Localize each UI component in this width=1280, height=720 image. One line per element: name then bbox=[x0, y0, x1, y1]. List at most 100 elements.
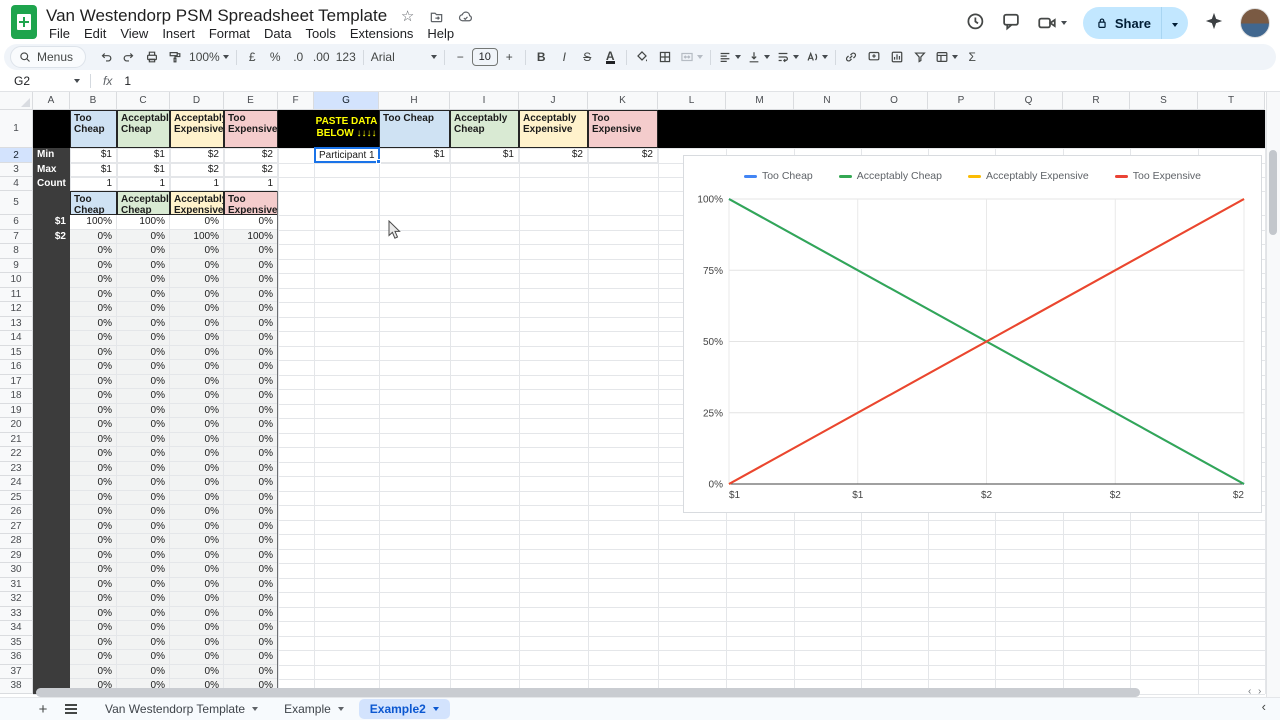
percent-cell[interactable]: 0% bbox=[170, 520, 224, 535]
percent-cell[interactable]: 0% bbox=[70, 534, 117, 549]
row-header-14[interactable]: 14 bbox=[0, 331, 33, 346]
percent-cell[interactable]: 0% bbox=[224, 447, 278, 462]
row-header-28[interactable]: 28 bbox=[0, 534, 33, 549]
percent-cell[interactable]: 0% bbox=[117, 331, 170, 346]
percent-cell[interactable]: 0% bbox=[117, 607, 170, 622]
row-header-32[interactable]: 32 bbox=[0, 592, 33, 607]
percent-cell[interactable]: 0% bbox=[117, 288, 170, 303]
percent-cell[interactable]: 0% bbox=[70, 244, 117, 259]
percent-cell[interactable]: 0% bbox=[170, 534, 224, 549]
percent-cell[interactable]: 0% bbox=[117, 433, 170, 448]
percent-cell[interactable]: 0% bbox=[70, 360, 117, 375]
row-header-6[interactable]: 6 bbox=[0, 215, 33, 230]
percent-cell[interactable]: 0% bbox=[170, 302, 224, 317]
row-header-8[interactable]: 8 bbox=[0, 244, 33, 259]
percent-cell[interactable]: 0% bbox=[70, 346, 117, 361]
percent-cell[interactable]: 0% bbox=[170, 288, 224, 303]
percent-cell[interactable]: 0% bbox=[70, 404, 117, 419]
percent-cell[interactable]: 0% bbox=[117, 578, 170, 593]
percent-cell[interactable]: 0% bbox=[170, 375, 224, 390]
percent-cell[interactable]: 0% bbox=[224, 215, 278, 230]
stat-cell[interactable]: $2 bbox=[170, 163, 224, 177]
row-header-2[interactable]: 2 bbox=[0, 148, 33, 163]
percent-cell[interactable]: 0% bbox=[224, 520, 278, 535]
stat-cell[interactable]: $1 bbox=[70, 163, 117, 177]
row-header-29[interactable]: 29 bbox=[0, 549, 33, 564]
row-header-23[interactable]: 23 bbox=[0, 462, 33, 477]
fill-handle[interactable] bbox=[376, 159, 381, 164]
percent-cell[interactable]: 0% bbox=[224, 578, 278, 593]
row-header-36[interactable]: 36 bbox=[0, 650, 33, 665]
percent-cell[interactable]: 0% bbox=[117, 665, 170, 680]
percent-cell[interactable]: 0% bbox=[170, 549, 224, 564]
percent-cell[interactable]: 0% bbox=[70, 317, 117, 332]
percent-cell[interactable]: 0% bbox=[117, 360, 170, 375]
column-header-G[interactable]: G bbox=[314, 92, 379, 110]
percent-cell[interactable]: 0% bbox=[70, 418, 117, 433]
percent-cell[interactable]: 0% bbox=[70, 462, 117, 477]
row-header-1[interactable]: 1 bbox=[0, 110, 33, 148]
column-header-S[interactable]: S bbox=[1130, 92, 1198, 110]
percent-cell[interactable]: 0% bbox=[117, 563, 170, 578]
percent-cell[interactable]: 0% bbox=[170, 563, 224, 578]
percent-cell[interactable]: 0% bbox=[70, 259, 117, 274]
stat-cell[interactable]: $1 bbox=[70, 148, 117, 163]
percent-cell[interactable]: 0% bbox=[170, 578, 224, 593]
percent-cell[interactable]: 0% bbox=[70, 447, 117, 462]
percent-cell[interactable]: 0% bbox=[170, 462, 224, 477]
percent-cell[interactable]: 0% bbox=[224, 360, 278, 375]
percent-cell[interactable]: 0% bbox=[117, 520, 170, 535]
percent-cell[interactable]: 0% bbox=[70, 331, 117, 346]
percent-cell[interactable]: 0% bbox=[70, 476, 117, 491]
row-header-37[interactable]: 37 bbox=[0, 665, 33, 680]
percent-cell[interactable]: 0% bbox=[70, 621, 117, 636]
percent-cell[interactable]: 0% bbox=[117, 317, 170, 332]
percent-cell[interactable]: 0% bbox=[117, 505, 170, 520]
percent-cell[interactable]: 0% bbox=[170, 592, 224, 607]
percent-cell[interactable]: 0% bbox=[70, 665, 117, 680]
percent-cell[interactable]: 0% bbox=[224, 244, 278, 259]
row-header-7[interactable]: 7 bbox=[0, 230, 33, 245]
percent-cell[interactable]: 0% bbox=[170, 505, 224, 520]
percent-cell[interactable]: 100% bbox=[117, 215, 170, 230]
percent-cell[interactable]: 0% bbox=[170, 433, 224, 448]
percent-cell[interactable]: 0% bbox=[117, 418, 170, 433]
scroll-left-icon[interactable]: ‹ bbox=[1248, 686, 1251, 697]
percent-cell[interactable]: 0% bbox=[224, 549, 278, 564]
row-header-9[interactable]: 9 bbox=[0, 259, 33, 274]
column-header-O[interactable]: O bbox=[861, 92, 928, 110]
percent-cell[interactable]: 0% bbox=[117, 621, 170, 636]
percent-cell[interactable]: 0% bbox=[224, 273, 278, 288]
percent-cell[interactable]: 0% bbox=[224, 418, 278, 433]
percent-cell[interactable]: 0% bbox=[170, 650, 224, 665]
stat-cell[interactable]: 1 bbox=[224, 177, 278, 191]
percent-cell[interactable]: 0% bbox=[170, 665, 224, 680]
column-header-A[interactable]: A bbox=[33, 92, 70, 110]
percent-cell[interactable]: 0% bbox=[70, 563, 117, 578]
percent-cell[interactable]: 0% bbox=[70, 636, 117, 651]
row-header-33[interactable]: 33 bbox=[0, 607, 33, 622]
percent-cell[interactable]: 0% bbox=[117, 375, 170, 390]
column-header-F[interactable]: F bbox=[278, 92, 314, 110]
sheet-tab-example2[interactable]: Example2 bbox=[359, 699, 450, 719]
percent-cell[interactable]: 0% bbox=[70, 520, 117, 535]
percent-cell[interactable]: 0% bbox=[224, 302, 278, 317]
row-header-5[interactable]: 5 bbox=[0, 191, 33, 215]
row-header-12[interactable]: 12 bbox=[0, 302, 33, 317]
row-header-25[interactable]: 25 bbox=[0, 491, 33, 506]
column-header-B[interactable]: B bbox=[70, 92, 117, 110]
column-header-H[interactable]: H bbox=[379, 92, 450, 110]
percent-cell[interactable]: 100% bbox=[170, 230, 224, 245]
percent-cell[interactable]: 0% bbox=[170, 244, 224, 259]
percent-cell[interactable]: 0% bbox=[224, 505, 278, 520]
column-header-T[interactable]: T bbox=[1198, 92, 1265, 110]
percent-cell[interactable]: 0% bbox=[224, 317, 278, 332]
column-header-D[interactable]: D bbox=[170, 92, 224, 110]
percent-cell[interactable]: 0% bbox=[224, 665, 278, 680]
percent-cell[interactable]: 0% bbox=[224, 389, 278, 404]
column-header-J[interactable]: J bbox=[519, 92, 588, 110]
sheet-tab-example[interactable]: Example bbox=[273, 699, 355, 719]
percent-cell[interactable]: 0% bbox=[70, 650, 117, 665]
select-all-corner[interactable] bbox=[0, 92, 33, 110]
percent-cell[interactable]: 0% bbox=[117, 447, 170, 462]
